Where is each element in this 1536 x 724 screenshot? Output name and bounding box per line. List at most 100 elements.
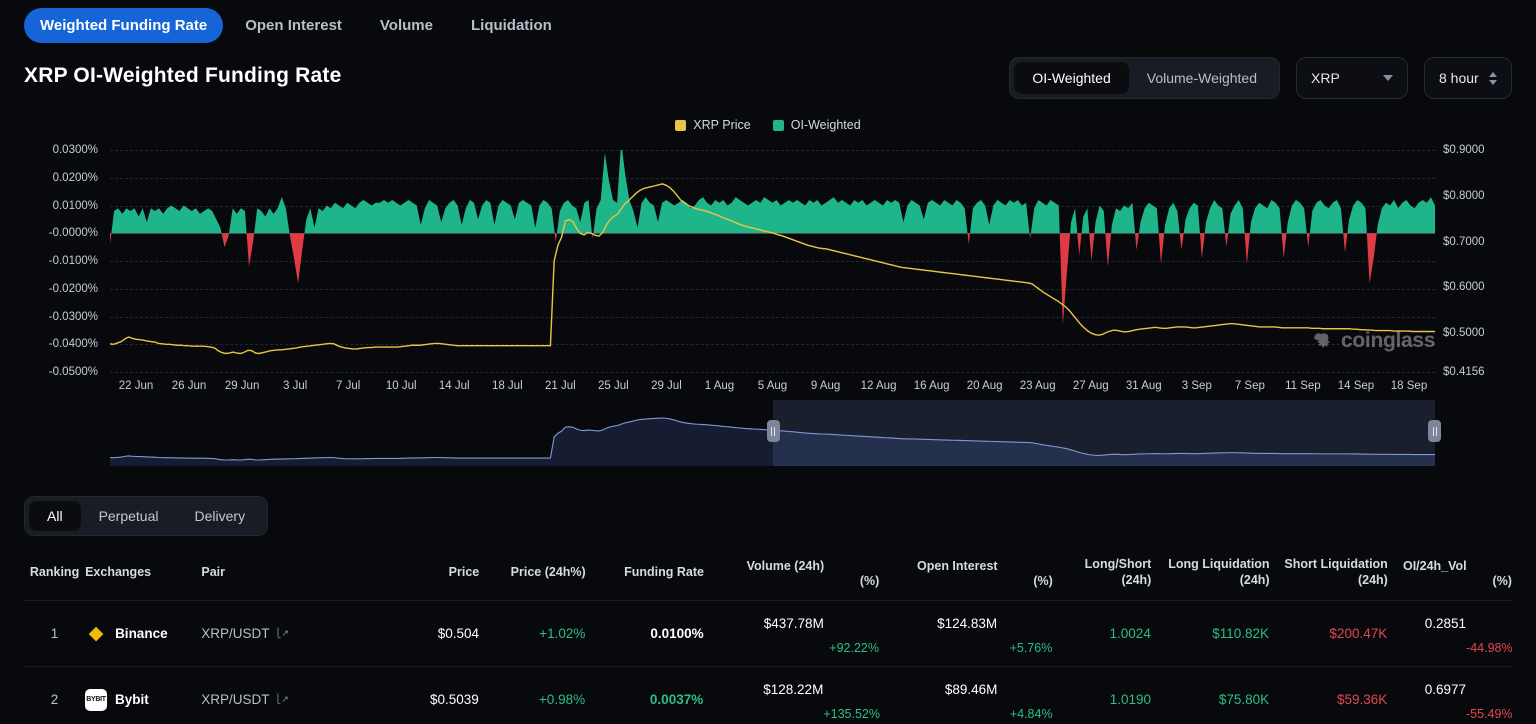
x-axis-tick: 1 Aug xyxy=(704,380,735,392)
tab-weighted-funding-rate[interactable]: Weighted Funding Rate xyxy=(24,8,224,43)
y-axis-right-tick: $0.4156 xyxy=(1443,366,1485,378)
y-axis-right-tick: $0.5000 xyxy=(1443,327,1485,340)
y-axis-left-tick: 0.0100% xyxy=(52,199,98,212)
legend-swatch-oi xyxy=(772,119,784,131)
cell-oi-vol-pct: -44.98% xyxy=(1466,640,1513,655)
y-axis-left-tick: 0.0300% xyxy=(52,144,98,156)
col-header-price-24h[interactable]: Price (24h%) xyxy=(479,565,586,581)
toggle-oi-weighted[interactable]: OI-Weighted xyxy=(1014,62,1129,94)
cell-volume-pct: +135.52% xyxy=(823,706,880,721)
weighting-toggle-group: OI-Weighted Volume-Weighted xyxy=(1009,57,1280,99)
chart-range-navigator[interactable] xyxy=(109,400,1441,466)
x-axis-tick: 20 Aug xyxy=(966,380,1003,392)
y-axis-right: $0.9000 $0.8000 $0.7000 $0.6000 $0.5000 $0.41… xyxy=(1437,144,1536,378)
col-header-funding-rate[interactable]: Funding Rate xyxy=(586,565,704,581)
x-axis-tick: 31 Aug xyxy=(1125,380,1162,392)
cell-exchange[interactable]: BYBIT Bybit xyxy=(85,688,201,711)
cell-pair[interactable]: XRP/USDT ⎩↗ xyxy=(201,691,359,709)
col-header-volume-24h[interactable]: Volume (24h) xyxy=(704,545,825,575)
x-axis-tick: 27 Aug xyxy=(1072,380,1109,392)
navigator-handle-right[interactable] xyxy=(1428,420,1441,442)
funding-rate-chart[interactable]: 0.0300% 0.0200% 0.0100% -0.0000% -0.0100% -0.… xyxy=(0,142,1536,392)
col-header-oi-24h-vol[interactable]: OI/24h_Vol xyxy=(1388,545,1467,575)
cell-volume-24h: $128.22M xyxy=(763,682,824,697)
x-axis-tick: 25 Jul xyxy=(598,380,629,392)
pair-label: XRP/USDT xyxy=(201,625,270,641)
y-axis-right-tick: $0.6000 xyxy=(1443,281,1485,294)
external-link-icon[interactable]: ⎩↗ xyxy=(275,628,289,640)
cell-oi-pct: +4.84% xyxy=(1009,706,1053,721)
col-header-oi-vol-pct[interactable]: (%) xyxy=(1467,574,1512,600)
col-header-long-liquidation[interactable]: Long Liquidation (24h) xyxy=(1151,557,1269,588)
exchanges-table: Ranking Exchanges Pair Price Price (24h%… xyxy=(24,545,1513,724)
cell-price-24h: +0.98% xyxy=(538,691,586,707)
x-axis: 22 Jun 26 Jun 29 Jun 3 Jul 7 Jul 10 Jul 14 Jul… xyxy=(110,380,1435,398)
external-link-icon[interactable]: ⎩↗ xyxy=(274,694,288,706)
tab-liquidation[interactable]: Liquidation xyxy=(455,8,568,43)
pair-label: XRP/USDT xyxy=(201,691,270,707)
x-axis-tick: 5 Aug xyxy=(757,380,788,392)
binance-logo-icon: ◆ xyxy=(88,623,104,644)
table-row[interactable]: 1 ◆ Binance XRP/USDT ⎩↗ $0.504 +1.02% 0.0100% $4… xyxy=(24,601,1513,667)
funding-area-positive xyxy=(110,150,1435,234)
toggle-volume-weighted[interactable]: Volume-Weighted xyxy=(1129,62,1275,94)
bybit-logo-icon: BYBIT xyxy=(85,688,108,711)
cell-exchange[interactable]: ◆ Binance xyxy=(85,623,201,645)
gridline xyxy=(110,372,1435,373)
legend-label-oi: OI-Weighted xyxy=(790,118,861,132)
filter-perpetual[interactable]: Perpetual xyxy=(81,501,177,531)
col-header-exchanges[interactable]: Exchanges xyxy=(85,565,201,581)
x-axis-tick: 29 Jul xyxy=(651,380,682,392)
y-axis-right-tick: $0.9000 xyxy=(1443,144,1485,156)
tab-open-interest[interactable]: Open Interest xyxy=(229,8,358,43)
x-axis-tick: 22 Jun xyxy=(118,380,154,392)
x-axis-tick: 14 Jul xyxy=(438,380,470,392)
y-axis-left-tick: -0.0400% xyxy=(48,338,98,351)
x-axis-tick: 29 Jun xyxy=(224,380,260,392)
legend-item-oi-weighted[interactable]: OI-Weighted xyxy=(772,118,861,132)
x-axis-tick: 10 Jul xyxy=(385,380,417,392)
tab-volume[interactable]: Volume xyxy=(364,8,449,43)
cell-oi-vol-pct: -55.49% xyxy=(1466,706,1513,721)
cell-short-liquidation: $59.36K xyxy=(1336,691,1388,707)
table-row[interactable]: 2 BYBIT Bybit XRP/USDT ⎩↗ $0.5039 +0.98% 0.0037… xyxy=(24,667,1513,724)
col-header-ranking[interactable]: Ranking xyxy=(24,565,85,581)
x-axis-tick: 18 Sep xyxy=(1390,380,1428,392)
col-header-volume-pct[interactable]: (%) xyxy=(824,574,879,600)
cell-ranking: 1 xyxy=(50,625,59,641)
col-header-short-liquidation[interactable]: Short Liquidation (24h) xyxy=(1270,557,1387,588)
navigator-selection-region[interactable] xyxy=(772,400,1435,466)
col-header-open-interest[interactable]: Open Interest xyxy=(879,545,998,575)
x-axis-tick: 7 Jul xyxy=(336,380,361,392)
y-axis-right-tick: $0.8000 xyxy=(1443,189,1485,202)
legend-item-xrp-price[interactable]: XRP Price xyxy=(675,118,751,132)
interval-selector[interactable]: 8 hour xyxy=(1424,57,1512,99)
filter-delivery[interactable]: Delivery xyxy=(177,501,264,531)
y-axis-left-tick: -0.0200% xyxy=(48,282,98,295)
cell-volume-pct: +92.22% xyxy=(829,640,879,655)
page-title: XRP OI-Weighted Funding Rate xyxy=(24,64,342,87)
coin-selector[interactable]: XRP xyxy=(1296,57,1408,99)
chart-legend: XRP Price OI-Weighted xyxy=(0,118,1536,132)
cell-pair[interactable]: XRP/USDT ⎩↗ xyxy=(201,625,359,643)
cell-short-liquidation: $200.47K xyxy=(1329,625,1388,641)
col-header-oi-pct[interactable]: (%) xyxy=(998,574,1052,600)
col-header-price[interactable]: Price xyxy=(359,565,480,581)
y-axis-left-tick: -0.0300% xyxy=(48,310,98,323)
x-axis-tick: 16 Aug xyxy=(913,380,950,392)
cell-price: $0.504 xyxy=(437,625,480,641)
col-header-pair[interactable]: Pair xyxy=(201,565,359,581)
chevron-down-icon xyxy=(1383,75,1393,81)
chart-plot-area[interactable] xyxy=(110,150,1435,373)
navigator-handle-left[interactable] xyxy=(766,420,780,442)
col-header-long-short[interactable]: Long/Short (24h) xyxy=(1053,557,1152,588)
table-header-row: Ranking Exchanges Pair Price Price (24h%… xyxy=(24,545,1512,601)
legend-swatch-price xyxy=(675,119,687,131)
exchange-name: Binance xyxy=(115,625,168,641)
cell-open-interest: $124.83M xyxy=(937,616,998,631)
y-axis-left-tick: -0.0000% xyxy=(48,227,98,240)
x-axis-tick: 11 Sep xyxy=(1285,380,1321,392)
main-nav-tabs: Weighted Funding Rate Open Interest Volu… xyxy=(24,8,568,43)
filter-all[interactable]: All xyxy=(29,501,81,531)
cell-oi-pct: +5.76% xyxy=(1009,640,1053,655)
